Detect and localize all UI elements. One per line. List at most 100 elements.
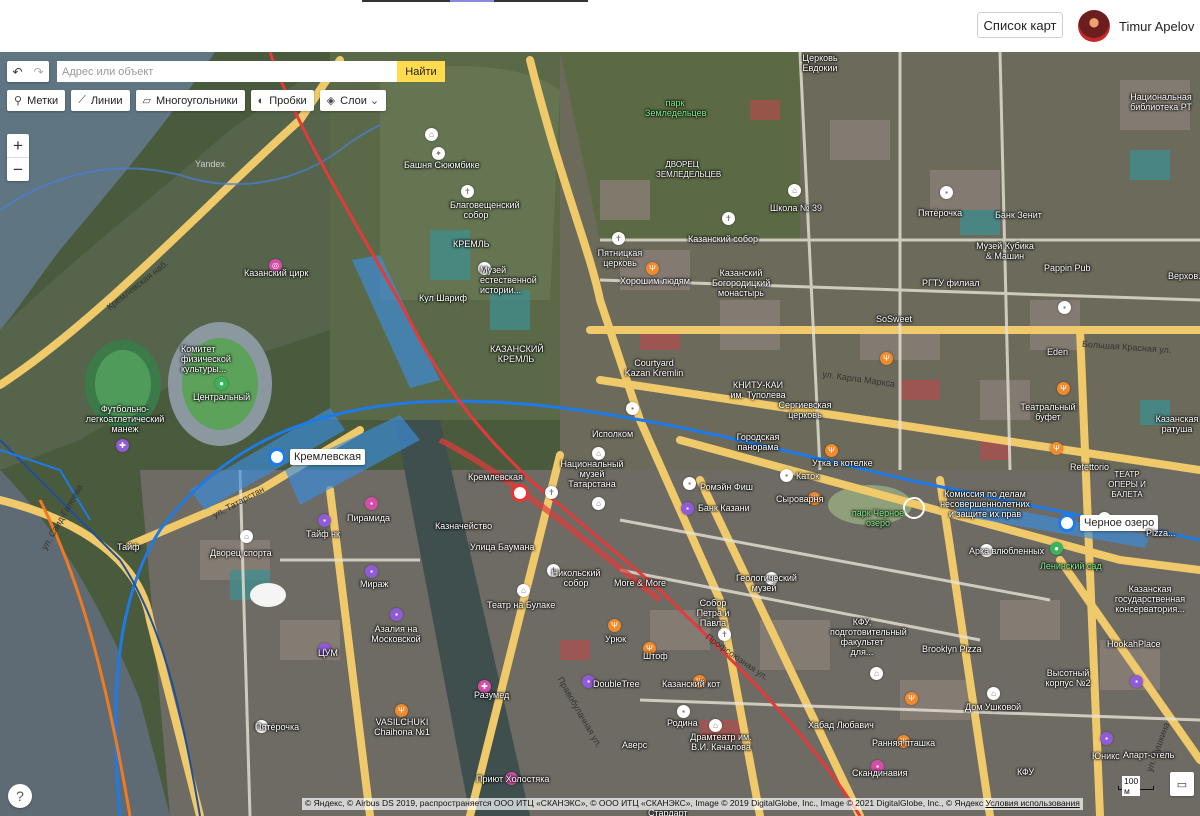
map-label: Комиссия по делам несовершеннолетних и з…	[940, 489, 1030, 519]
station-kremlevskaya-red[interactable]	[511, 484, 529, 502]
map-label: Пятницкая церковь	[597, 248, 643, 268]
avatar[interactable]	[1078, 10, 1110, 42]
church-icon[interactable]: ✝	[612, 232, 625, 245]
line-icon: ⟋	[78, 94, 86, 106]
park-icon[interactable]: ●	[1050, 542, 1063, 555]
map-label: Театральный буфет	[1020, 402, 1076, 422]
school-icon[interactable]: ⌂	[788, 184, 801, 197]
map-label: Арка влюбленных	[969, 546, 1045, 556]
map-list-button[interactable]: Список карт	[977, 12, 1063, 38]
map-label: Кул Шариф	[419, 293, 467, 303]
drawing-tools: ⚲ Метки ⟋ Линии ▱ Многоугольники ◐ Пробк…	[7, 90, 387, 111]
layers-icon: ◈	[326, 95, 336, 107]
shop-icon[interactable]: ▪	[318, 514, 331, 527]
user-menu[interactable]: Timur Apelov	[1078, 10, 1194, 42]
user-name[interactable]: Timur Apelov	[1119, 19, 1194, 34]
stadium-icon[interactable]: ●	[215, 377, 228, 390]
map-label: Башня Сююмбике	[404, 160, 480, 170]
bank-icon[interactable]: ▪	[681, 502, 694, 515]
help-button[interactable]: ?	[8, 784, 32, 808]
zoom-in-button[interactable]: +	[7, 134, 29, 157]
sport-palace-icon[interactable]: ⌂	[240, 530, 253, 543]
map-label: Банк Зенит	[995, 210, 1042, 220]
theatre-icon[interactable]: ⌂	[709, 719, 722, 732]
church-icon[interactable]: ✝	[545, 486, 558, 499]
sport-icon[interactable]: ✚	[116, 439, 129, 452]
restaurant-icon[interactable]: Ψ	[825, 444, 838, 457]
map-label: Тайф	[117, 542, 140, 552]
tower-icon[interactable]: ✦	[432, 147, 445, 160]
restaurant-icon[interactable]: Ψ	[646, 262, 659, 275]
map-label: Каток	[796, 471, 820, 481]
church-icon[interactable]: ✝	[722, 212, 735, 225]
search-button[interactable]: Найти	[397, 61, 445, 82]
pizza-icon[interactable]: Ψ	[905, 692, 918, 705]
map-label: Верхов...	[1168, 271, 1200, 281]
search-panel: ↶ ↷ Найти	[7, 61, 445, 82]
undo-icon[interactable]: ↶	[12, 65, 22, 79]
mall-icon[interactable]: ▪	[365, 565, 378, 578]
placemarks-button[interactable]: ⚲ Метки	[7, 90, 66, 111]
restaurant-icon[interactable]: Ψ	[395, 704, 408, 717]
layers-button[interactable]: ◈ Слои ⌄	[319, 90, 387, 111]
club-icon[interactable]: Ψ	[1057, 382, 1070, 395]
polygons-button[interactable]: ▱ Многоугольники	[135, 90, 245, 111]
map-label: Утка в котелке	[812, 458, 873, 468]
pub-icon[interactable]: ▪	[1058, 301, 1071, 314]
theatre-icon[interactable]: ⌂	[517, 584, 530, 597]
map-label: Театр на Булаке	[487, 600, 556, 610]
hookah-icon[interactable]: ▪	[1130, 675, 1143, 688]
pyramid-icon[interactable]: ▪	[365, 497, 378, 510]
house-icon[interactable]: ⌂	[987, 687, 1000, 700]
museum-icon[interactable]: ⌂	[425, 128, 438, 141]
lines-button[interactable]: ⟋ Линии	[71, 90, 130, 111]
zoom-control: + −	[7, 134, 29, 181]
map-label: Pappin Pub	[1044, 263, 1091, 273]
cafe-icon[interactable]: Ψ	[880, 352, 893, 365]
map-label: Национальный музей Татарстана	[560, 459, 624, 489]
map-label: Геологический музей	[736, 573, 797, 593]
zoom-out-button[interactable]: −	[7, 157, 29, 181]
station-kremlevskaya[interactable]: Кремлевская	[268, 448, 366, 466]
hotel-icon[interactable]: ▪	[1100, 732, 1113, 745]
hotel-icon[interactable]: ▪	[626, 402, 639, 415]
map-label: VASILCHUKI Chaihona №1	[374, 717, 430, 737]
map-label: ЦУМ	[318, 648, 338, 658]
map-label: Школа № 39	[770, 203, 823, 213]
polygon-icon: ▱	[142, 95, 152, 107]
buffet-icon[interactable]: Ψ	[1050, 442, 1063, 455]
traffic-button[interactable]: ◐ Пробки	[250, 90, 314, 111]
map-label: Улица Баумана	[470, 542, 535, 552]
map-label: Банк Казани	[698, 503, 750, 513]
church-icon[interactable]: ✝	[461, 185, 474, 198]
map-label: Футбольно-легкоатлетический манеж	[85, 404, 165, 434]
map-label: Казанский цирк	[244, 268, 309, 278]
map-label: Pizza...	[1146, 528, 1176, 538]
tool-label: Линии	[90, 94, 123, 107]
map-label: ТЕАТР ОПЕРЫ И БАЛЕТА	[1108, 470, 1146, 499]
terms-link[interactable]: Условия использования	[985, 798, 1079, 808]
map-label: Драмтеатр им. В.И. Качалова	[690, 732, 752, 752]
map-label: ДВОРЕЦ ЗЕМЛЕДЕЛЬЦЕВ	[656, 160, 722, 179]
top-bar: Список карт Timur Apelov	[0, 0, 1200, 53]
redo-icon[interactable]: ↷	[33, 65, 43, 79]
copyright-text: © Яндекс, © Airbus DS 2019, распространя…	[305, 798, 984, 808]
map-label: Ромэйн Фиш	[700, 482, 753, 492]
restaurant-icon[interactable]: Ψ	[608, 619, 621, 632]
cinema-icon[interactable]: ▪	[677, 705, 690, 718]
map-label: Комитет физической культуры...	[181, 344, 231, 374]
ruler-button[interactable]: ▭	[1170, 772, 1194, 796]
map-canvas[interactable]: ◎ ⌂ ✦ ✝ ⌂ ✚ ● ✝ ✝ Ψ ⌂ ▪ ▪ Ψ Ψ ▪ Ψ ⌂ Ψ ▪ …	[0, 52, 1200, 816]
map-label: More & More	[614, 578, 667, 588]
shop-icon[interactable]: ▪	[940, 186, 953, 199]
museum-icon[interactable]: ⌂	[592, 497, 605, 510]
station-chernoe-ozero[interactable]: Черное озеро	[1058, 514, 1159, 532]
university-icon[interactable]: ⌂	[870, 667, 883, 680]
fish-icon[interactable]: ▪	[683, 477, 696, 490]
rink-icon[interactable]: ▪	[780, 469, 793, 482]
map-label: Пятёрочка	[918, 208, 963, 218]
map-label: Национальная библиотека РТ	[1130, 92, 1192, 112]
search-input[interactable]	[57, 61, 397, 82]
mall-icon[interactable]: ▪	[390, 608, 403, 621]
map-label: КАЗАНСКИЙ КРЕМЛЬ	[490, 344, 544, 364]
